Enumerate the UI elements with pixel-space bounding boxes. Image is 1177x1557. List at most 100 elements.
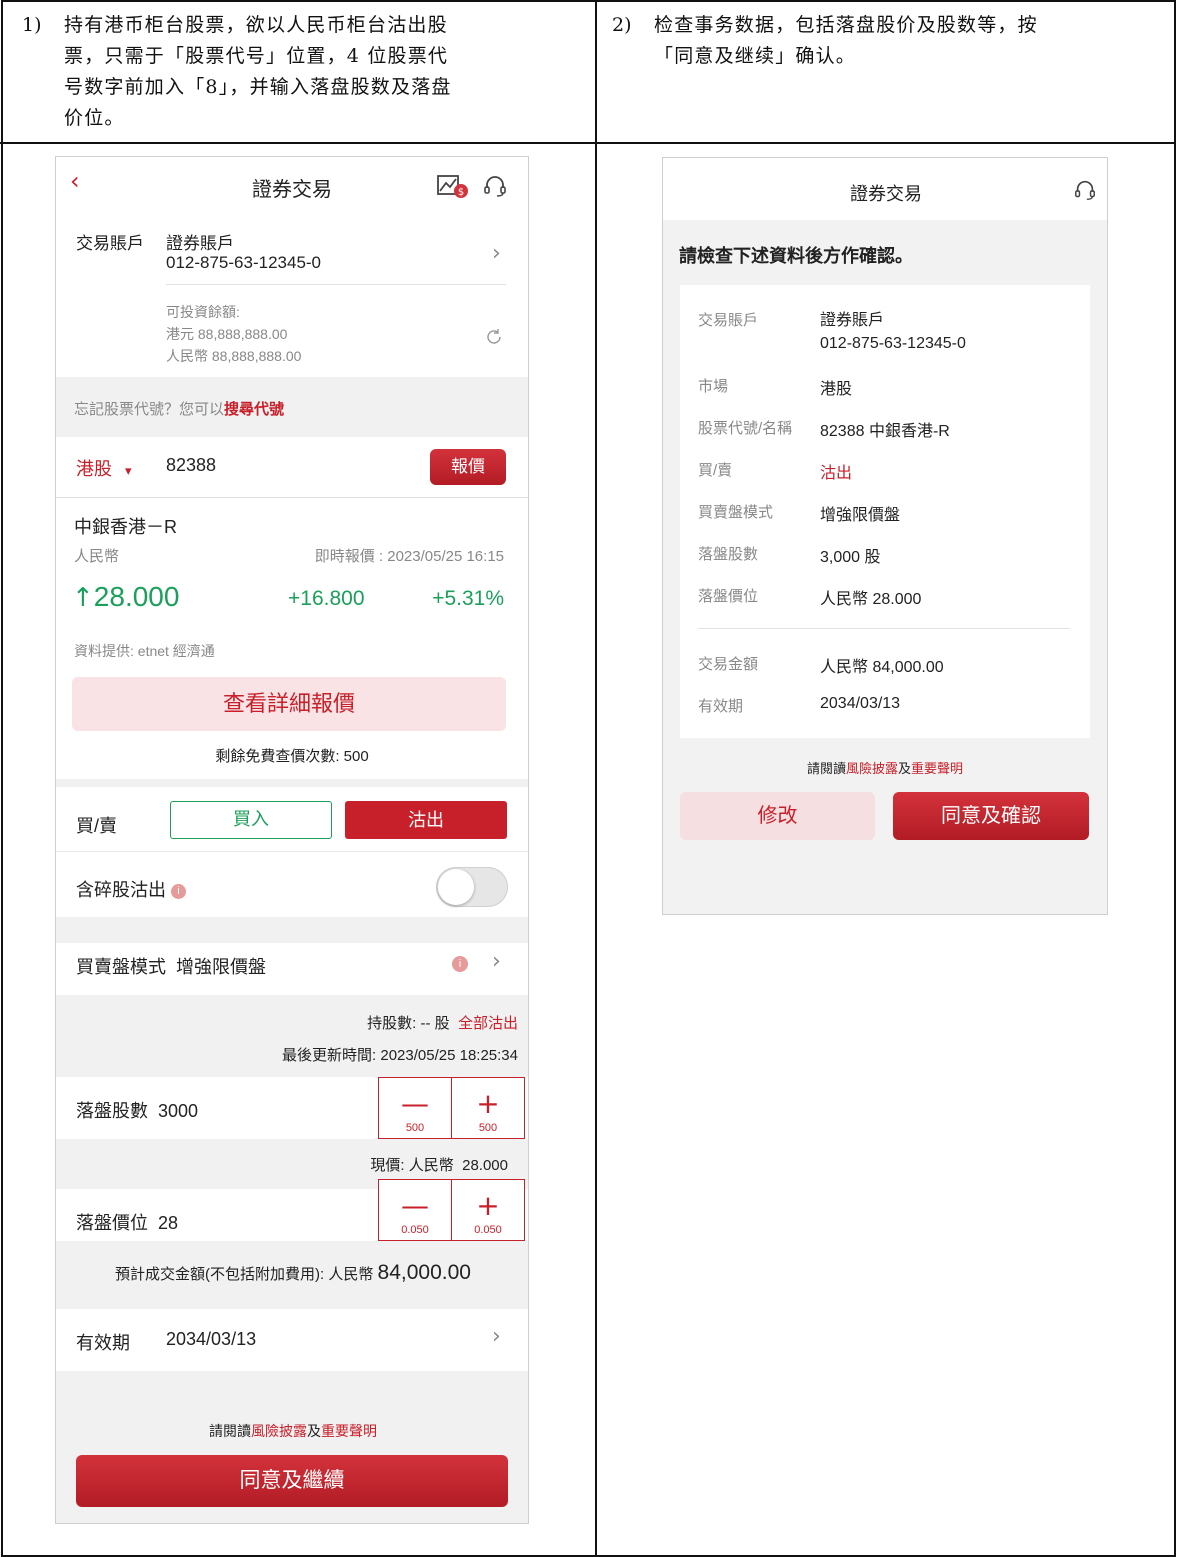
page-title: 證券交易 bbox=[850, 184, 922, 204]
price-change: +16.800 bbox=[288, 587, 365, 610]
toggle-knob bbox=[438, 869, 474, 905]
current-price-value: 28.000 bbox=[462, 1157, 508, 1174]
confirmation-screen: 證券交易 請檢查下述資料後方作確認。 交易賬戶 證券賬戶 012-875-63-1… bbox=[662, 157, 1108, 915]
agree-confirm-button[interactable]: 同意及確認 bbox=[893, 792, 1089, 840]
chevron-right-icon[interactable]: › bbox=[492, 241, 501, 266]
summary-label: 買賣盤模式 bbox=[698, 504, 774, 521]
odd-lot-toggle[interactable] bbox=[436, 867, 508, 907]
risk-disclosure-link[interactable]: 風險披露 bbox=[251, 1423, 307, 1439]
disclaimer-text: 請閱讀 bbox=[209, 1423, 251, 1439]
summary-label: 股票代號/名稱 bbox=[698, 420, 793, 437]
price-decrement-button[interactable]: — 0.050 bbox=[378, 1179, 452, 1241]
market-select[interactable]: 港股 ▾ bbox=[76, 455, 132, 481]
quantity-field[interactable]: 落盤股數 3000 bbox=[76, 1097, 198, 1123]
headset-icon[interactable] bbox=[1073, 178, 1097, 202]
summary-value: 人民幣 84,000.00 bbox=[820, 659, 944, 676]
price-input-value: 28 bbox=[158, 1213, 179, 1233]
order-entry-screen: ‹ 證券交易 $ 交易賬戶 證券賬戶 012-875-63-12345-0 › … bbox=[55, 156, 529, 1524]
plus-icon: + bbox=[476, 1189, 500, 1222]
info-icon[interactable]: i bbox=[171, 883, 187, 899]
account-type[interactable]: 證券賬戶 bbox=[166, 229, 234, 254]
summary-value: 證券賬戶 012-875-63-12345-0 bbox=[820, 309, 966, 355]
account-type: 證券賬戶 bbox=[820, 312, 885, 329]
step-amount: 0.050 bbox=[401, 1224, 429, 1236]
quote-button[interactable]: 報價 bbox=[430, 449, 506, 485]
sell-button[interactable]: 沽出 bbox=[345, 801, 507, 839]
validity-value[interactable]: 2034/03/13 bbox=[166, 1329, 256, 1350]
price-label: 落盤價位 bbox=[76, 1213, 148, 1233]
balance-rmb: 人民幣 88,888,888.00 bbox=[166, 348, 302, 364]
important-notice-link[interactable]: 重要聲明 bbox=[321, 1423, 377, 1439]
last-updated: 最後更新時間: 2023/05/25 18:25:34 bbox=[282, 1047, 518, 1064]
svg-text:$: $ bbox=[458, 187, 464, 198]
estimate-bar: 預計成交金額(不包括附加費用): 人民幣 84,000.00 bbox=[56, 1241, 528, 1309]
chart-alert-icon[interactable]: $ bbox=[436, 173, 470, 199]
summary-card: 交易賬戶 證券賬戶 012-875-63-12345-0 市場 港股 股票代號/名… bbox=[680, 285, 1090, 738]
price-value: 28.000 bbox=[93, 581, 180, 612]
disclaimer: 請閱讀風險披露及重要聲明 bbox=[663, 758, 1107, 777]
agree-continue-button[interactable]: 同意及繼續 bbox=[76, 1455, 508, 1507]
divider bbox=[698, 628, 1070, 629]
stock-code-input[interactable]: 82388 bbox=[166, 455, 216, 476]
search-hint-bar: 忘記股票代號？您可以搜尋代號 bbox=[56, 377, 528, 437]
step-amount: 500 bbox=[478, 1122, 498, 1134]
estimate-value: 84,000.00 bbox=[377, 1261, 471, 1284]
info-icon[interactable]: i bbox=[452, 956, 468, 972]
order-type-row[interactable]: 買賣盤模式 增強限價盤 bbox=[76, 953, 266, 979]
step-text: 持有港币柜台股票，欲以人民币柜台沽出股 票，只需于「股票代号」位置，4 位股票代… bbox=[64, 10, 452, 134]
divider bbox=[56, 851, 528, 852]
refresh-icon[interactable] bbox=[484, 327, 504, 347]
step-line: 票，只需于「股票代号」位置，4 位股票代 bbox=[64, 45, 449, 67]
account-number: 012-875-63-12345-0 bbox=[820, 335, 966, 352]
price-field[interactable]: 落盤價位 28 bbox=[76, 1209, 178, 1235]
holding-count: 持股數: -- 股 bbox=[367, 1015, 450, 1032]
step-line: 价位。 bbox=[64, 107, 125, 129]
section-gap bbox=[56, 917, 528, 943]
summary-value: 82388 中銀香港-R bbox=[820, 423, 950, 440]
balance-block: 可投資餘額: 港元 88,888,888.00 人民幣 88,888,888.0… bbox=[166, 301, 301, 367]
chevron-right-icon[interactable]: › bbox=[492, 1324, 501, 1349]
sell-all-link[interactable]: 全部沽出 bbox=[458, 1015, 518, 1032]
quantity-label: 落盤股數 bbox=[76, 1101, 148, 1121]
side-label: 買/賣 bbox=[76, 816, 118, 836]
buy-button[interactable]: 買入 bbox=[170, 801, 332, 839]
minus-icon: — bbox=[401, 1087, 429, 1120]
holding-info: 持股數: -- 股 全部沽出 bbox=[367, 1012, 518, 1033]
plus-icon: + bbox=[476, 1087, 500, 1120]
headset-icon[interactable] bbox=[482, 173, 508, 199]
summary-value: 港股 bbox=[820, 381, 853, 398]
quantity-decrement-button[interactable]: — 500 bbox=[378, 1077, 452, 1139]
footer-area: 請閱讀風險披露及重要聲明 同意及繼續 bbox=[56, 1371, 528, 1523]
account-number[interactable]: 012-875-63-12345-0 bbox=[166, 253, 321, 273]
disclaimer: 請閱讀風險披露及重要聲明 bbox=[56, 1421, 528, 1441]
summary-value: 3,000 股 bbox=[820, 549, 881, 566]
validity-label: 有效期 bbox=[76, 1333, 130, 1353]
instruction-step-1: 1) 持有港币柜台股票，欲以人民币柜台沽出股 票，只需于「股票代号」位置，4 位… bbox=[22, 10, 582, 138]
important-notice-link[interactable]: 重要聲明 bbox=[911, 761, 963, 776]
summary-value: 人民幣 28.000 bbox=[820, 591, 922, 608]
order-type-label: 買賣盤模式 bbox=[76, 957, 166, 977]
confirm-heading: 請檢查下述資料後方作確認。 bbox=[679, 246, 913, 266]
price-increment-button[interactable]: +0.050 bbox=[451, 1179, 525, 1241]
search-code-link[interactable]: 搜尋代號 bbox=[224, 401, 284, 418]
risk-disclosure-link[interactable]: 風險披露 bbox=[846, 761, 898, 776]
summary-label: 買/賣 bbox=[698, 462, 733, 479]
detail-quote-button[interactable]: 查看詳細報價 bbox=[72, 677, 506, 731]
disclaimer-and: 及 bbox=[898, 761, 912, 776]
chevron-right-icon[interactable]: › bbox=[492, 949, 501, 974]
summary-label: 交易賬戶 bbox=[698, 312, 759, 329]
nav-bar: 證券交易 bbox=[663, 158, 1107, 220]
stock-price: ↑28.000 bbox=[72, 581, 179, 613]
minus-icon: — bbox=[401, 1189, 429, 1222]
holding-block: 持股數: -- 股 全部沽出 最後更新時間: 2023/05/25 18:25:… bbox=[56, 995, 528, 1077]
search-hint: 忘記股票代號？您可以搜尋代號 bbox=[74, 398, 284, 419]
search-hint-text: 忘記股票代號？您可以 bbox=[74, 401, 225, 418]
estimate-label: 預計成交金額(不包括附加費用): 人民幣 bbox=[115, 1266, 374, 1283]
current-price-label: 現價: 人民幣 bbox=[370, 1157, 454, 1174]
quantity-increment-button[interactable]: +500 bbox=[451, 1077, 525, 1139]
caret-down-icon: ▾ bbox=[125, 463, 132, 478]
modify-button[interactable]: 修改 bbox=[680, 792, 875, 840]
step-amount: 500 bbox=[405, 1122, 425, 1134]
current-price: 現價: 人民幣 28.000 bbox=[370, 1154, 508, 1175]
price-change-pct: +5.31% bbox=[432, 587, 504, 610]
